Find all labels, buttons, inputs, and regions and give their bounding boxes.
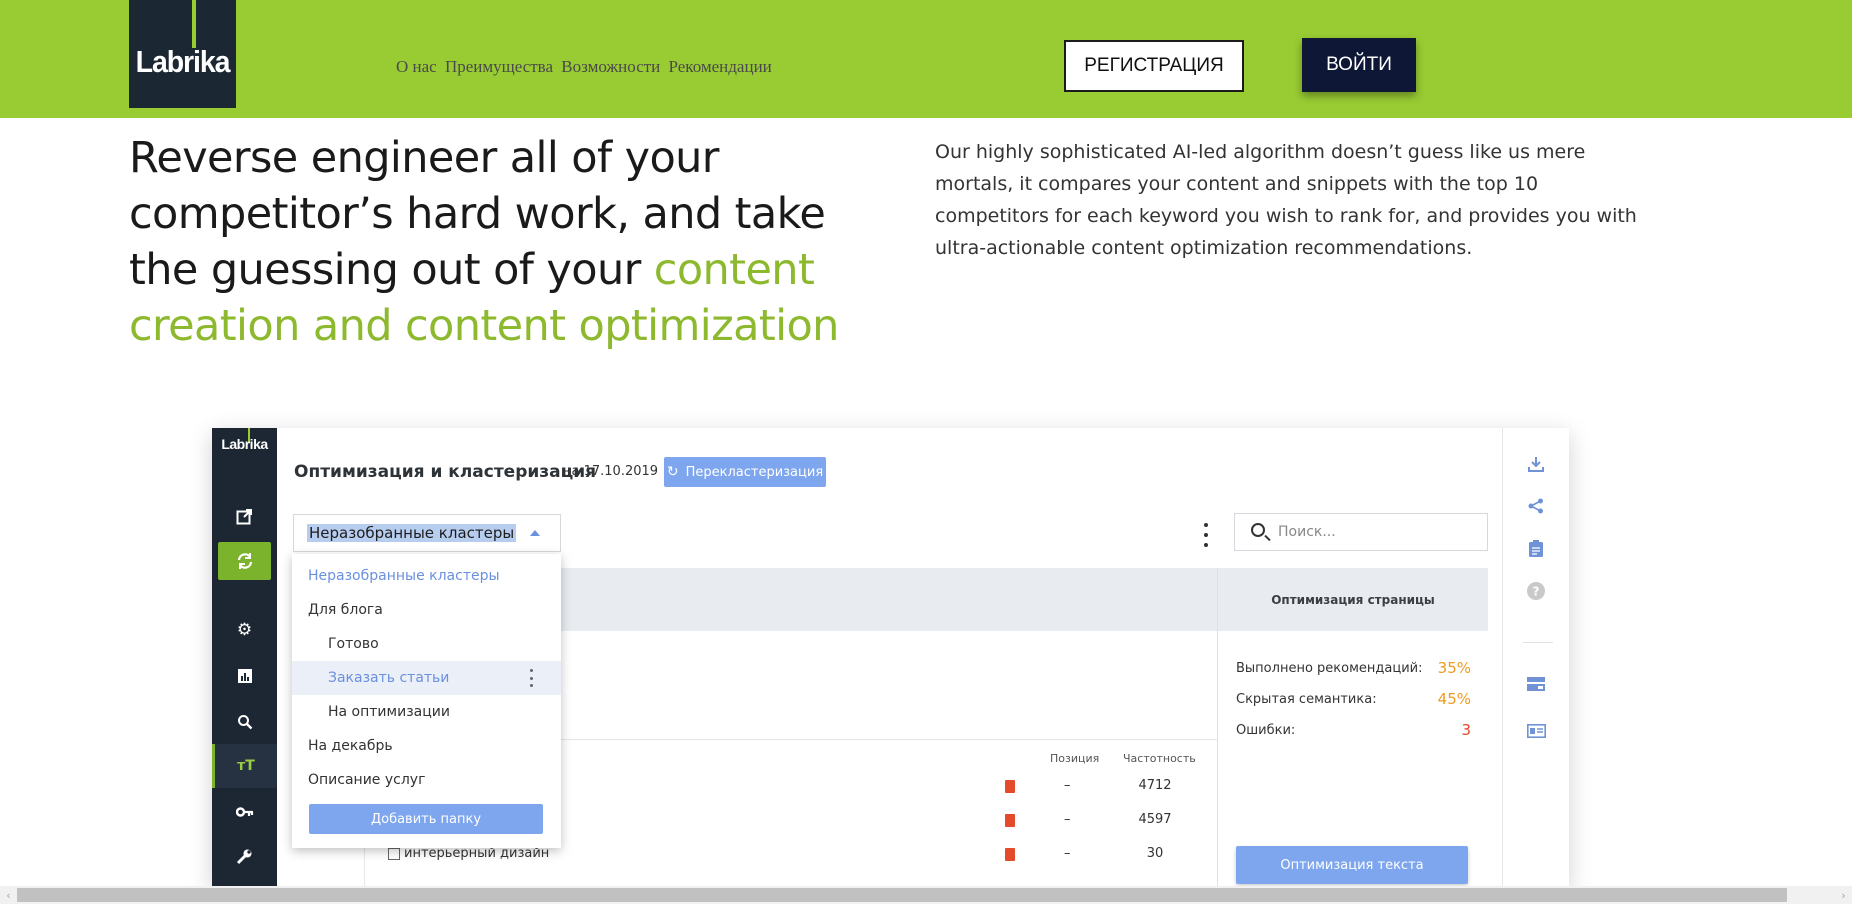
wrench-icon[interactable] [212,836,277,876]
dropdown-item[interactable]: На оптимизации [292,695,561,729]
gear-icon[interactable]: ⚙ [212,610,277,650]
hero-title: Reverse engineer all of your competitor’… [129,130,889,354]
logo-text: Labrika [135,44,231,79]
row-checkbox[interactable] [388,847,400,860]
page-optimization-panel: Оптимизация страницы Выполнено рекоменда… [1217,568,1488,888]
help-icon[interactable]: ? [1524,579,1548,603]
hero-description: Our highly sophisticated AI-led algorith… [935,141,1637,259]
refresh-small-icon: ↻ [666,464,679,480]
search-input[interactable]: Поиск... [1234,513,1488,551]
horizontal-scrollbar[interactable]: ‹ › [0,886,1852,904]
row-frequency: 4597 [1138,812,1172,827]
main-nav: О нас Преимущества Возможности Рекоменда… [396,57,776,77]
nav-item-advantages[interactable]: Преимущества [445,57,553,76]
dropdown-item[interactable]: Готово [292,627,561,661]
id-card-icon[interactable] [1524,719,1548,743]
row-frequency: 4712 [1138,778,1172,793]
app-right-toolbar: ? [1502,428,1569,888]
row-position: – [1064,846,1071,861]
toolbar-separator [1523,642,1553,643]
recluster-button[interactable]: ↻ Перекластеризация [664,457,826,487]
item-options-icon[interactable] [530,669,534,687]
trash-icon[interactable] [1005,780,1015,793]
dropdown-item[interactable]: На декабрь [292,729,561,763]
panel-heading: Оптимизация страницы [1218,568,1488,631]
folder-dropdown-menu: Неразобранные кластеры Для блога Готово … [292,554,561,848]
dropdown-item-label: Готово [328,636,379,652]
bar-chart-icon[interactable] [212,656,277,696]
metric-label: Ошибки: [1236,723,1296,738]
key-icon[interactable] [212,792,277,832]
site-logo[interactable]: Labrika [129,0,236,108]
metric-value: 45% [1437,690,1471,708]
nav-item-recommendations[interactable]: Рекомендации [669,57,772,76]
dropdown-item-label: Неразобранные кластеры [308,568,500,584]
app-page-title: Оптимизация и кластеризация [294,462,597,482]
cluster-folder-select-value: Неразобранные кластеры [307,524,517,542]
external-link-icon[interactable] [212,496,277,536]
add-folder-button[interactable]: Добавить папку [309,804,543,834]
text-size-icon[interactable]: тТ [212,744,277,788]
clipboard-icon[interactable] [1524,536,1548,560]
scroll-right-arrow-icon[interactable]: › [1835,886,1852,904]
app-logo: Labrika [221,436,268,452]
dropdown-item-label: На оптимизации [328,704,450,720]
optimize-text-button[interactable]: Оптимизация текста [1236,846,1468,884]
metric-value: 35% [1437,659,1471,677]
dropdown-item[interactable]: Заказать статьи [292,661,561,695]
download-icon[interactable] [1524,452,1548,476]
nav-item-about[interactable]: О нас [396,57,437,76]
column-header-frequency[interactable]: Частотность [1123,752,1196,765]
metric-value: 3 [1461,721,1471,739]
recluster-label: Перекластеризация [685,464,824,480]
column-header-position[interactable]: Позиция [1050,752,1099,765]
scrollbar-thumb[interactable] [17,888,1787,902]
app-sidebar: Labrika ⚙ тТ [212,428,277,888]
register-button[interactable]: РЕГИСТРАЦИЯ [1064,40,1244,92]
search-placeholder: Поиск... [1278,524,1336,540]
dropdown-item[interactable]: Неразобранные кластеры [292,559,561,593]
cluster-folder-select[interactable]: Неразобранные кластеры [293,514,561,552]
row-position: – [1064,778,1071,793]
row-keyword-text: интерьерный дизайн [404,846,550,861]
more-options-icon[interactable] [1201,523,1211,547]
svg-text:?: ? [1533,585,1540,599]
dropdown-item-label: Для блога [308,602,383,618]
metric-label: Выполнено рекомендаций: [1236,661,1423,676]
metric-label: Скрытая семантика: [1236,692,1377,707]
search-icon[interactable] [212,702,277,742]
dropdown-item-label: Заказать статьи [328,670,450,686]
share-icon[interactable] [1524,494,1548,518]
site-header: Labrika О нас Преимущества Возможности Р… [0,0,1852,118]
metric-hidden-semantics: Скрытая семантика: 45% [1236,690,1471,708]
layout-icon[interactable] [1524,672,1548,696]
dropdown-item[interactable]: Для блога [292,593,561,627]
scroll-left-arrow-icon[interactable]: ‹ [0,886,17,904]
dropdown-item-label: На декабрь [308,738,393,754]
trash-icon[interactable] [1005,814,1015,827]
app-screenshot: Labrika ⚙ тТ Оптимизация и кластеризация… [212,428,1569,888]
logo-accent-bar [192,0,196,48]
row-keyword: интерьерный дизайн [388,846,549,861]
metric-errors: Ошибки: 3 [1236,721,1471,739]
row-frequency: 30 [1146,846,1164,861]
refresh-icon[interactable] [218,542,271,580]
row-position: – [1064,812,1071,827]
search-input-icon [1251,523,1265,537]
dropdown-item-label: Описание услуг [308,772,426,788]
metric-recommendations: Выполнено рекомендаций: 35% [1236,659,1471,677]
dropdown-item[interactable]: Описание услуг [292,763,561,797]
nav-item-features[interactable]: Возможности [561,57,660,76]
trash-icon[interactable] [1005,848,1015,861]
app-date: на 17.10.2019 [563,464,659,479]
login-button[interactable]: ВОЙТИ [1302,38,1416,92]
caret-up-icon [530,530,540,536]
